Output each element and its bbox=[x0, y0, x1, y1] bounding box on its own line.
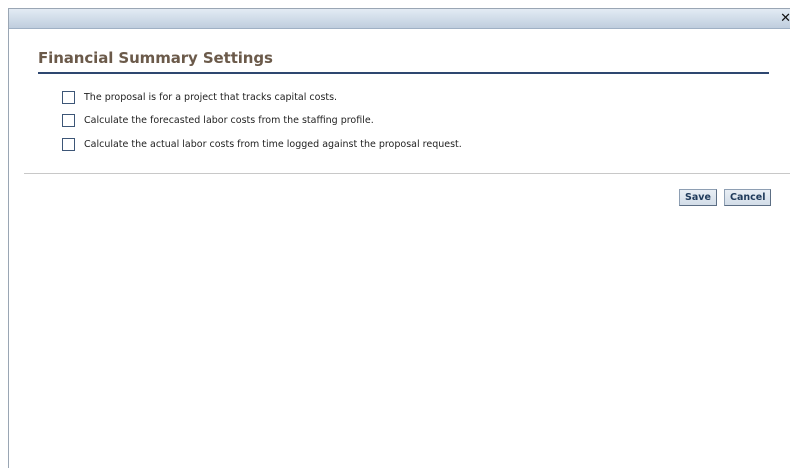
option-forecasted-labor[interactable]: Calculate the forecasted labor costs fro… bbox=[62, 113, 374, 127]
actual-labor-checkbox[interactable] bbox=[62, 137, 75, 151]
option-capital-costs[interactable]: The proposal is for a project that track… bbox=[62, 90, 337, 104]
capital-costs-checkbox[interactable] bbox=[62, 90, 75, 104]
financial-summary-dialog: ✕ Financial Summary Settings The proposa… bbox=[8, 8, 790, 468]
title-underline bbox=[38, 72, 769, 74]
close-icon[interactable]: ✕ bbox=[779, 9, 790, 28]
section-divider bbox=[24, 173, 790, 174]
save-button[interactable]: Save bbox=[679, 189, 717, 206]
capital-costs-label[interactable]: The proposal is for a project that track… bbox=[84, 92, 337, 103]
option-actual-labor[interactable]: Calculate the actual labor costs from ti… bbox=[62, 137, 462, 151]
forecasted-labor-checkbox[interactable] bbox=[62, 113, 75, 127]
dialog-titlebar: ✕ bbox=[9, 9, 790, 29]
cancel-button[interactable]: Cancel bbox=[724, 189, 772, 206]
page-title: Financial Summary Settings bbox=[38, 49, 273, 67]
actual-labor-label[interactable]: Calculate the actual labor costs from ti… bbox=[84, 139, 462, 150]
forecasted-labor-label[interactable]: Calculate the forecasted labor costs fro… bbox=[84, 115, 374, 126]
